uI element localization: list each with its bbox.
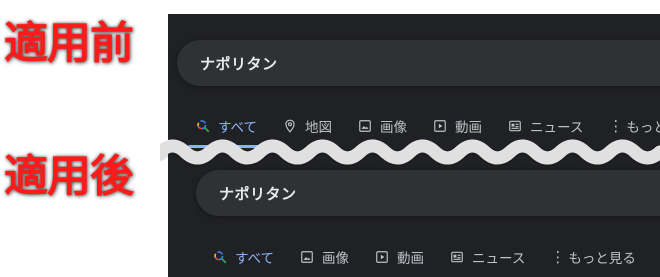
tab-label: 動画 xyxy=(455,120,483,136)
image-icon xyxy=(299,249,315,265)
tab-images[interactable]: 画像 xyxy=(357,114,407,138)
search-box[interactable]: ナポリタン xyxy=(177,40,660,86)
tab-all[interactable]: すべて xyxy=(186,114,264,148)
tab-label: 動画 xyxy=(397,251,425,267)
image-icon xyxy=(357,118,373,134)
tab-label: すべて xyxy=(235,251,275,267)
search-query[interactable]: ナポリタン xyxy=(196,183,297,204)
search-icon xyxy=(212,249,228,265)
search-tabs: すべて 画像 動画 ニュース ⋮ もっと見る xyxy=(212,245,660,269)
map-pin-icon xyxy=(282,118,298,134)
news-icon xyxy=(507,118,523,134)
news-icon xyxy=(449,249,465,265)
tab-videos[interactable]: 動画 xyxy=(432,114,482,138)
tab-more[interactable]: ⋮ もっと見 xyxy=(608,114,660,138)
play-icon xyxy=(374,249,390,265)
tab-videos[interactable]: 動画 xyxy=(374,245,424,269)
search-icon xyxy=(195,118,211,134)
tab-more[interactable]: ⋮ もっと見る xyxy=(550,245,636,269)
tab-label: もっと見る xyxy=(568,251,636,267)
more-vert-icon: ⋮ xyxy=(550,248,566,266)
tab-label: ニュース xyxy=(472,251,526,267)
more-vert-icon: ⋮ xyxy=(608,117,624,135)
tab-label: もっと見 xyxy=(626,120,660,136)
tab-all[interactable]: すべて xyxy=(212,245,274,269)
search-tabs: すべて 地図 画像 動画 ニュース ⋮ もっ xyxy=(186,114,660,148)
tab-label: 画像 xyxy=(322,251,350,267)
tab-label: 地図 xyxy=(305,120,333,136)
wavy-divider xyxy=(160,139,660,167)
search-box[interactable]: ナポリタン xyxy=(196,170,660,216)
play-icon xyxy=(432,118,448,134)
tab-label: すべて xyxy=(218,120,258,136)
tab-label: ニュース xyxy=(530,120,584,136)
tab-label: 画像 xyxy=(380,120,408,136)
search-query[interactable]: ナポリタン xyxy=(177,53,278,74)
tab-news[interactable]: ニュース xyxy=(507,114,583,138)
tab-maps[interactable]: 地図 xyxy=(282,114,332,138)
tab-images[interactable]: 画像 xyxy=(299,245,349,269)
before-label: 適用前 xyxy=(1,18,137,69)
tab-news[interactable]: ニュース xyxy=(449,245,525,269)
after-label: 適用後 xyxy=(1,151,137,202)
